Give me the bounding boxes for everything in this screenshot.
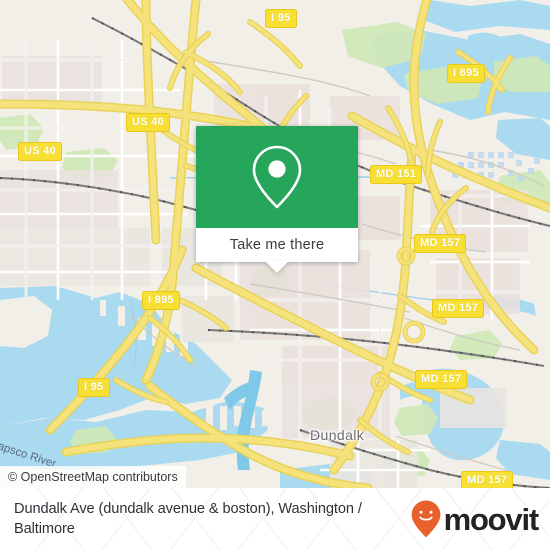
popup-icon-area [196, 126, 358, 228]
moovit-logo[interactable]: moovit [410, 499, 540, 539]
map-attribution-bar[interactable]: © OpenStreetMap contributors [0, 466, 186, 488]
moovit-map-screenshot: I 95 I 695 US 40 US 40 MD 151 MD 157 MD … [0, 0, 550, 550]
footer-bar: Dundalk Ave (dundalk avenue & boston), W… [0, 488, 550, 550]
moovit-pin-smiley-icon [411, 500, 440, 538]
road-shield-i895: I 895 [142, 291, 180, 310]
road-shield-us40-east: US 40 [126, 113, 171, 132]
popup-pointer-tail [265, 261, 289, 273]
road-shield-md157-a: MD 157 [414, 234, 467, 253]
location-popup-card[interactable]: Take me there [196, 126, 358, 273]
map-pin-icon [252, 145, 302, 209]
attribution-text: © OpenStreetMap contributors [8, 470, 178, 484]
road-shield-md151: MD 151 [370, 165, 423, 184]
popup-cta-area[interactable]: Take me there [196, 228, 358, 262]
road-shield-i95-north: I 95 [265, 9, 297, 28]
place-label-dundalk: Dundalk [310, 427, 365, 443]
footer-content: Dundalk Ave (dundalk avenue & boston), W… [0, 488, 550, 550]
road-shield-i695: I 695 [447, 64, 485, 83]
road-shield-i95-south: I 95 [78, 378, 110, 397]
road-shield-md157-d: MD 157 [461, 471, 514, 488]
map-canvas[interactable]: I 95 I 695 US 40 US 40 MD 151 MD 157 MD … [0, 0, 550, 488]
footer-location-title: Dundalk Ave (dundalk avenue & boston), W… [14, 501, 362, 537]
moovit-wordmark: moovit [443, 501, 540, 537]
road-shield-us40-west: US 40 [18, 142, 63, 161]
road-shield-md157-b: MD 157 [432, 299, 485, 318]
road-shield-md157-c: MD 157 [415, 370, 468, 389]
popup-cta-label: Take me there [229, 237, 325, 253]
